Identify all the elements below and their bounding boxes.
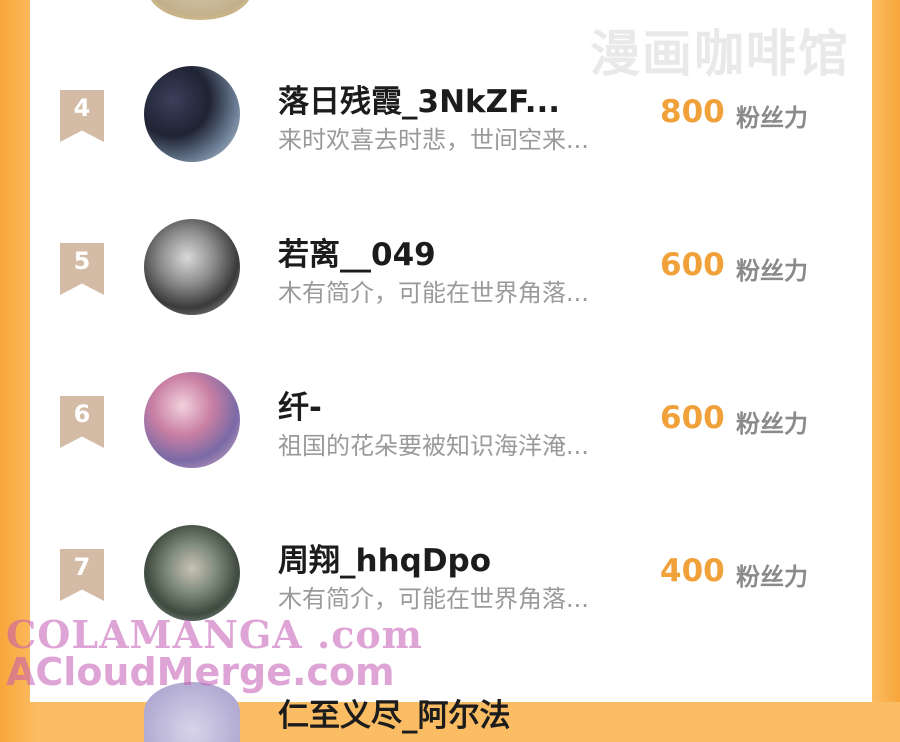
username[interactable]: 仁至义尽_阿尔法 — [278, 690, 511, 735]
user-bio: 祖国的花朵要被知识海洋淹... — [278, 432, 589, 460]
fan-power-label: 粉丝力 — [736, 257, 808, 285]
username[interactable]: 纤- — [278, 382, 322, 427]
list-item[interactable]: 4 落日残霞_3NkZF... 来时欢喜去时悲，世间空来... 800 粉丝力 — [30, 66, 872, 206]
username[interactable]: 若离__049 — [278, 229, 436, 274]
fan-power-label: 粉丝力 — [736, 563, 808, 591]
fan-power-score: 600 — [660, 400, 725, 436]
username[interactable]: 周翔_hhqDpo — [278, 535, 491, 580]
right-border — [872, 0, 900, 702]
fan-power-score: 800 — [660, 94, 725, 130]
username[interactable]: 落日残霞_3NkZF... — [278, 76, 560, 121]
rank-badge: 4 — [60, 90, 104, 142]
fan-power-label: 粉丝力 — [736, 104, 808, 132]
rank-badge: 5 — [60, 243, 104, 295]
fan-power-score: 600 — [660, 247, 725, 283]
rank-badge: 7 — [60, 549, 104, 601]
avatar[interactable] — [144, 219, 240, 315]
avatar[interactable] — [144, 525, 240, 621]
list-item[interactable]: 6 纤- 祖国的花朵要被知识海洋淹... 600 粉丝力 — [30, 372, 872, 512]
fan-power-label: 粉丝力 — [736, 410, 808, 438]
avatar[interactable] — [144, 372, 240, 468]
list-item[interactable]: 5 若离__049 木有简介，可能在世界角落... 600 粉丝力 — [30, 219, 872, 359]
fan-power-score: 400 — [660, 553, 725, 589]
rank-badge: 6 — [60, 396, 104, 448]
user-bio: 木有简介，可能在世界角落... — [278, 585, 589, 613]
avatar[interactable] — [144, 66, 240, 162]
user-bio: 来时欢喜去时悲，世间空来... — [278, 126, 589, 154]
user-bio: 木有简介，可能在世界角落... — [278, 279, 589, 307]
watermark-acloudmerge: ACloudMerge.com — [6, 650, 395, 694]
